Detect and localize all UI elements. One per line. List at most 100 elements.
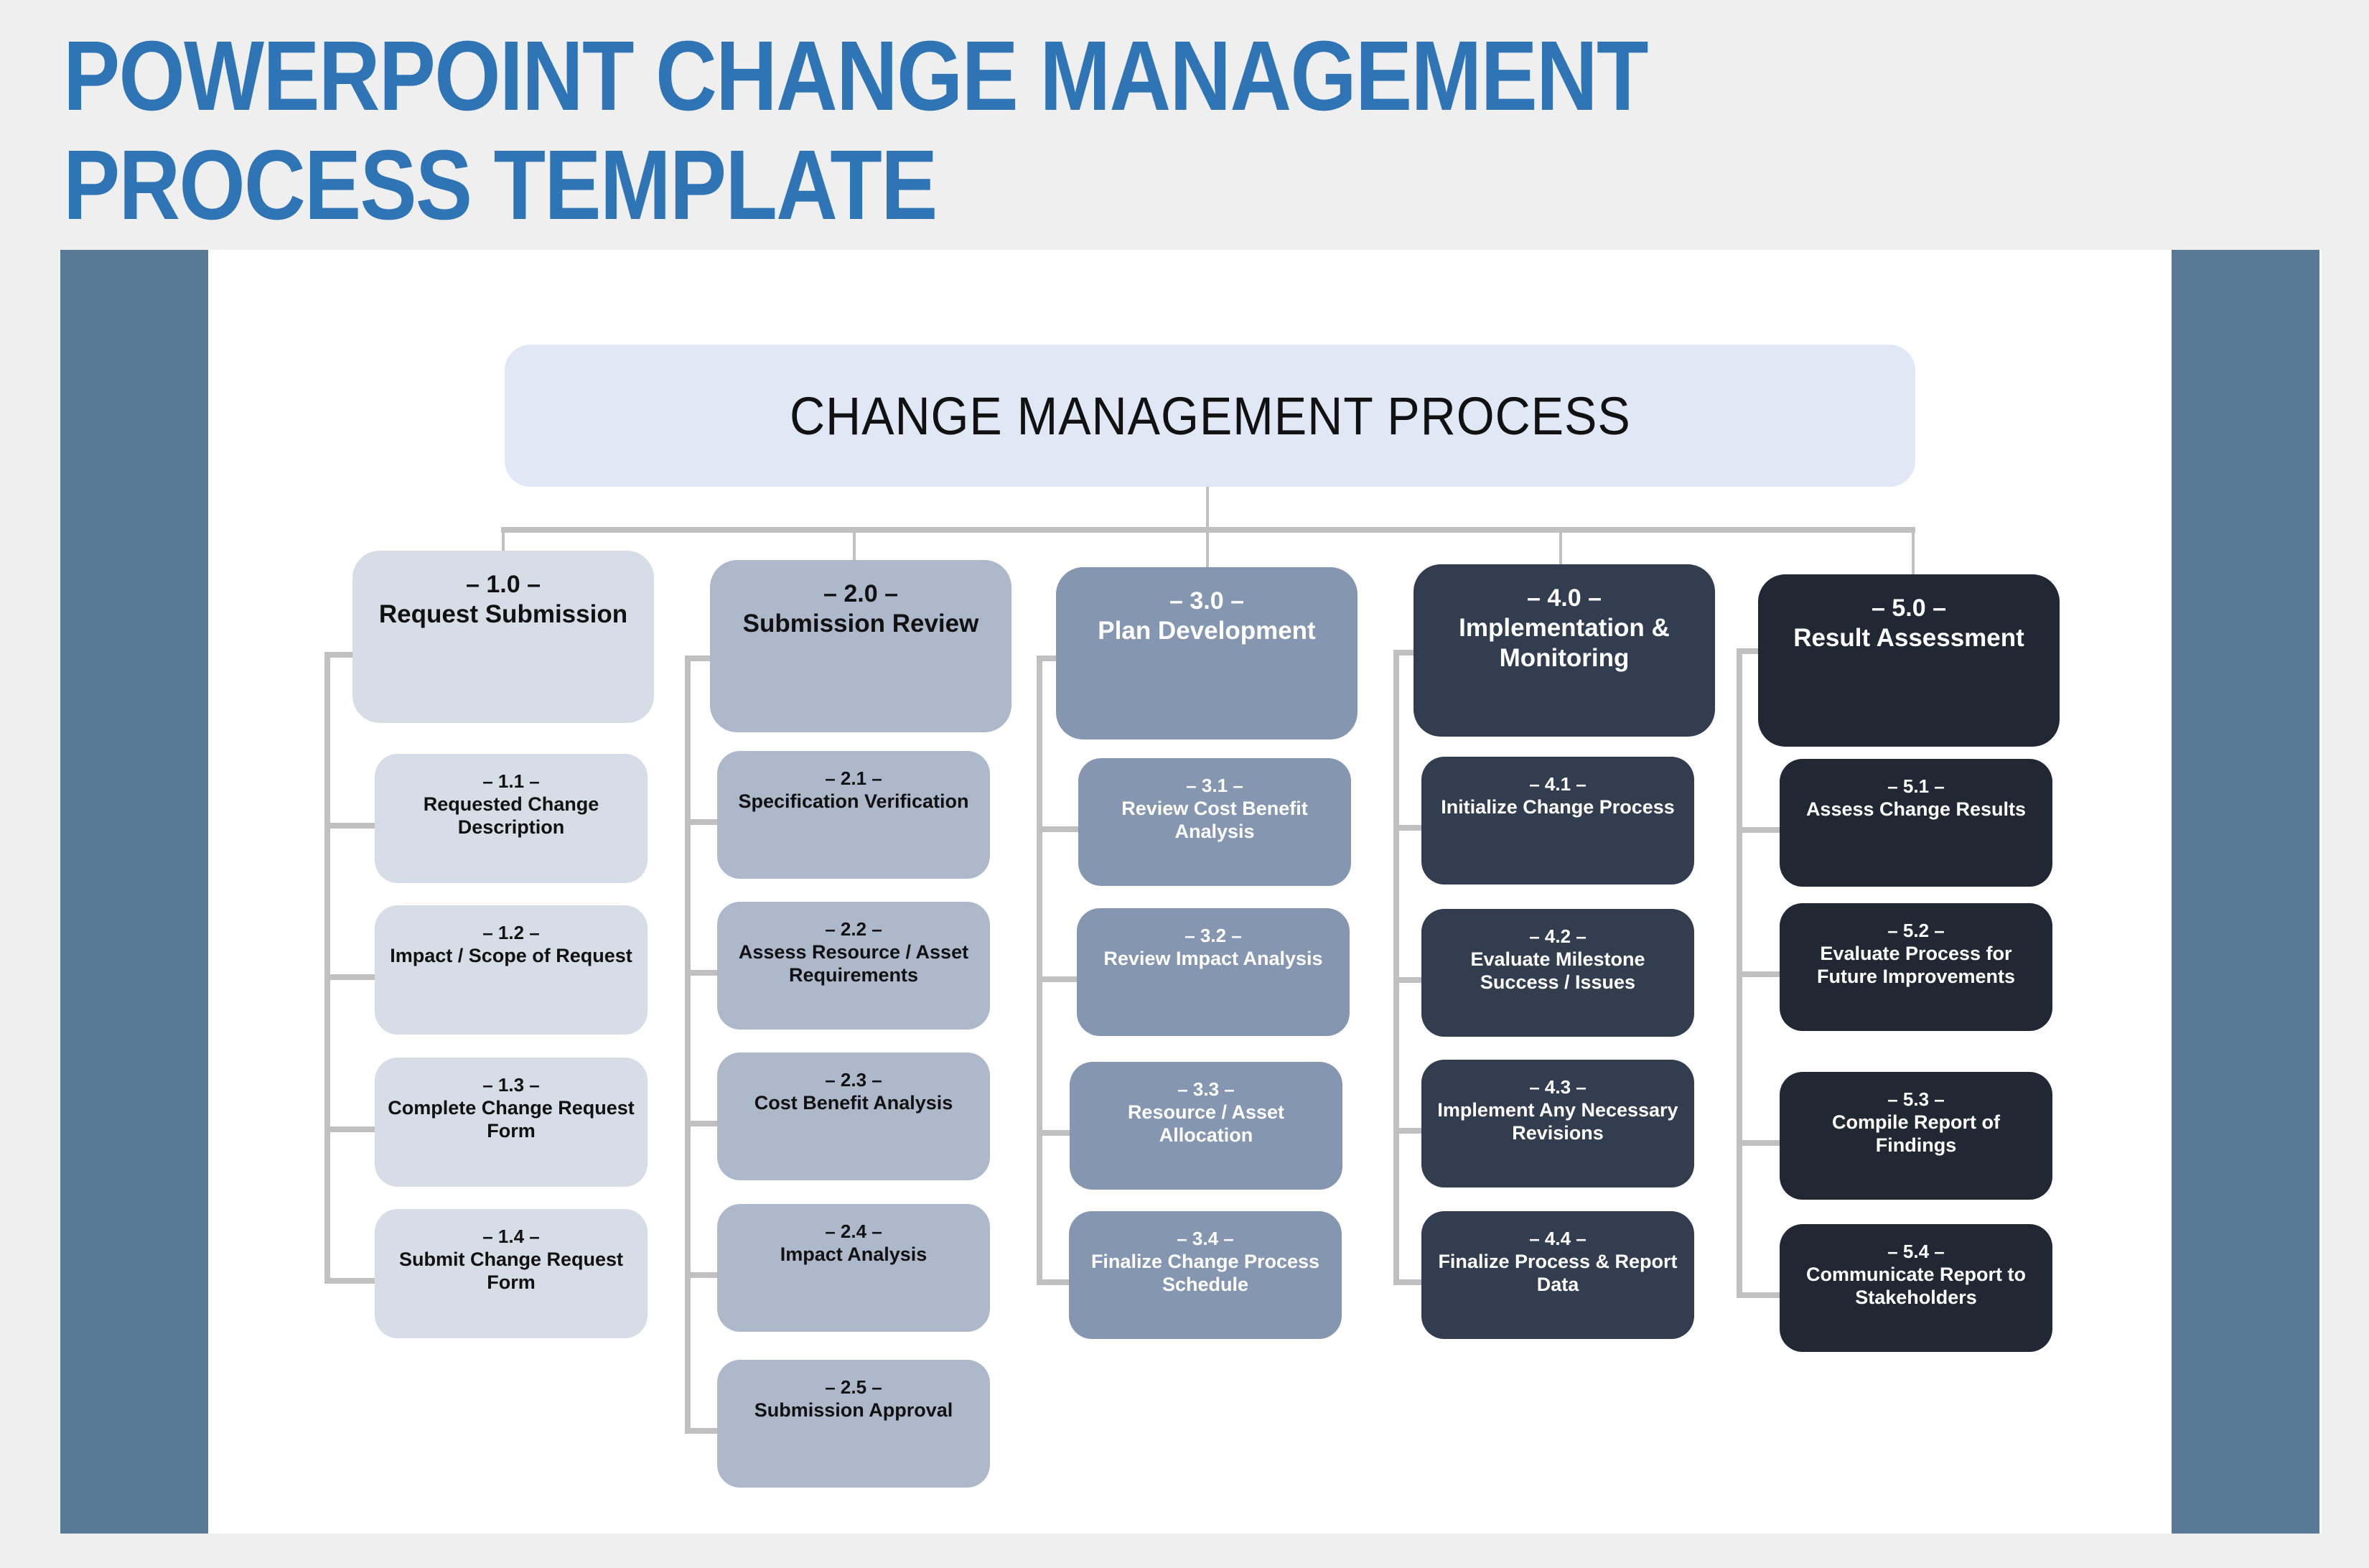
step-node: – 2.5 – Submission Approval [717, 1360, 990, 1488]
connector-root-drop [1206, 487, 1209, 527]
connector-spine [1393, 650, 1399, 1285]
page-title-line-1: POWERPOINT CHANGE MANAGEMENT [63, 21, 1648, 131]
connector-step-stub [1393, 1279, 1421, 1285]
step-number: – 3.3 – [1177, 1078, 1235, 1100]
step-node: – 3.4 – Finalize Change Process Schedule [1069, 1211, 1342, 1339]
step-label: Submission Approval [754, 1399, 953, 1421]
connector-step-stub [685, 1272, 717, 1278]
connector-phase-drop [853, 530, 856, 560]
step-label: Specification Verification [738, 790, 969, 812]
connector-phase-drop [1206, 530, 1209, 567]
connector-phase-stub [1037, 655, 1056, 661]
step-number: – 2.4 – [825, 1221, 882, 1242]
phase-label: Submission Review [742, 610, 979, 638]
step-node: – 2.1 – Specification Verification [717, 751, 990, 879]
connector-spine [324, 652, 330, 1284]
step-node: – 1.4 – Submit Change Request Form [375, 1209, 648, 1338]
connector-step-stub [1737, 971, 1780, 977]
step-number: – 4.2 – [1529, 925, 1587, 947]
connector-phase-drop [1912, 530, 1915, 574]
phase-node: – 4.0 – Implementation & Monitoring [1414, 564, 1715, 737]
step-node: – 5.4 – Communicate Report to Stakeholder… [1780, 1224, 2052, 1352]
connector-step-stub [324, 974, 375, 980]
step-number: – 5.3 – [1887, 1088, 1945, 1110]
connector-spine [1037, 655, 1042, 1285]
phase-number: – 4.0 – [1527, 584, 1602, 612]
step-number: – 3.2 – [1184, 925, 1242, 946]
root-node: CHANGE MANAGEMENT PROCESS [505, 345, 1915, 487]
phase-label: Plan Development [1098, 617, 1316, 645]
step-label: Evaluate Process for Future Improvements [1816, 943, 2016, 987]
page-title-line-2: PROCESS TEMPLATE [63, 130, 938, 241]
step-label: Review Cost Benefit Analysis [1121, 798, 1308, 842]
connector-phase-stub [324, 652, 352, 658]
connector-step-stub [324, 1126, 375, 1132]
step-node: – 3.2 – Review Impact Analysis [1077, 908, 1350, 1036]
connector-step-stub [1393, 1128, 1421, 1134]
step-label: Assess Change Results [1805, 798, 2027, 820]
connector-step-stub [685, 819, 717, 825]
page-title: POWERPOINT CHANGE MANAGEMENT PROCESS TEM… [63, 22, 1668, 240]
connector-step-stub [1737, 1140, 1780, 1146]
connector-phase-stub [1737, 648, 1758, 654]
step-number: – 3.4 – [1177, 1228, 1234, 1249]
step-number: – 2.1 – [825, 767, 882, 789]
step-node: – 2.4 – Impact Analysis [717, 1204, 990, 1332]
step-number: – 1.1 – [482, 770, 540, 792]
root-node-label: CHANGE MANAGEMENT PROCESS [789, 386, 1631, 446]
step-number: – 2.5 – [825, 1376, 882, 1398]
step-number: – 5.4 – [1887, 1241, 1945, 1262]
connector-spine [685, 655, 691, 1434]
phase-number: – 2.0 – [823, 580, 898, 607]
step-number: – 1.3 – [482, 1074, 540, 1096]
right-accent-bar [2172, 250, 2319, 1534]
step-label: Resource / Asset Allocation [1127, 1101, 1285, 1146]
step-node: – 2.3 – Cost Benefit Analysis [717, 1053, 990, 1180]
step-node: – 3.3 – Resource / Asset Allocation [1070, 1062, 1342, 1190]
step-label: Finalize Process & Report Data [1438, 1251, 1678, 1295]
step-node: – 2.2 – Assess Resource / Asset Requireme… [717, 902, 990, 1030]
step-node: – 1.3 – Complete Change Request Form [375, 1058, 648, 1187]
phase-node: – 2.0 – Submission Review [710, 560, 1011, 732]
step-label: Impact / Scope of Request [390, 945, 632, 966]
step-label: Compile Report of Findings [1832, 1111, 2000, 1156]
step-node: – 1.2 – Impact / Scope of Request [375, 905, 648, 1035]
connector-step-stub [324, 1278, 375, 1284]
step-label: Finalize Change Process Schedule [1090, 1251, 1320, 1295]
step-node: – 5.1 – Assess Change Results [1780, 759, 2052, 887]
step-label: Submit Change Request Form [398, 1249, 624, 1293]
step-label: Complete Change Request Form [388, 1097, 635, 1142]
phase-node: – 1.0 – Request Submission [352, 551, 654, 723]
left-accent-bar [60, 250, 208, 1534]
step-node: – 5.3 – Compile Report of Findings [1780, 1072, 2052, 1200]
step-label: Initialize Change Process [1441, 796, 1675, 818]
step-number: – 1.4 – [482, 1226, 540, 1247]
step-label: Requested Change Description [423, 793, 599, 838]
phase-node: – 5.0 – Result Assessment [1758, 574, 2060, 747]
slide-canvas: CHANGE MANAGEMENT PROCESS – 1.0 – Request… [60, 250, 2322, 1534]
connector-phase-drop [502, 530, 505, 551]
step-number: – 4.1 – [1529, 773, 1587, 795]
connector-step-stub [1737, 1292, 1780, 1298]
step-label: Impact Analysis [780, 1243, 927, 1265]
step-node: – 3.1 – Review Cost Benefit Analysis [1078, 758, 1351, 886]
phase-label: Result Assessment [1793, 624, 2024, 652]
connector-step-stub [1737, 827, 1780, 833]
step-label: Assess Resource / Asset Requirements [738, 941, 969, 986]
step-label: Evaluate Milestone Success / Issues [1470, 948, 1645, 993]
connector-step-stub [685, 970, 717, 976]
connector-phase-drop [1559, 530, 1562, 564]
step-node: – 4.3 – Implement Any Necessary Revisions [1421, 1060, 1694, 1187]
step-node: – 1.1 – Requested Change Description [375, 754, 648, 883]
connector-step-stub [685, 1121, 717, 1126]
step-number: – 4.3 – [1529, 1076, 1587, 1098]
step-node: – 5.2 – Evaluate Process for Future Impro… [1780, 903, 2052, 1031]
phase-node: – 3.0 – Plan Development [1056, 567, 1358, 739]
connector-step-stub [1393, 825, 1421, 831]
connector-step-stub [324, 823, 375, 829]
phase-number: – 3.0 – [1169, 587, 1244, 615]
step-number: – 2.3 – [825, 1069, 882, 1091]
step-node: – 4.2 – Evaluate Milestone Success / Issu… [1421, 909, 1694, 1037]
step-label: Implement Any Necessary Revisions [1437, 1099, 1678, 1144]
step-node: – 4.1 – Initialize Change Process [1421, 757, 1694, 885]
